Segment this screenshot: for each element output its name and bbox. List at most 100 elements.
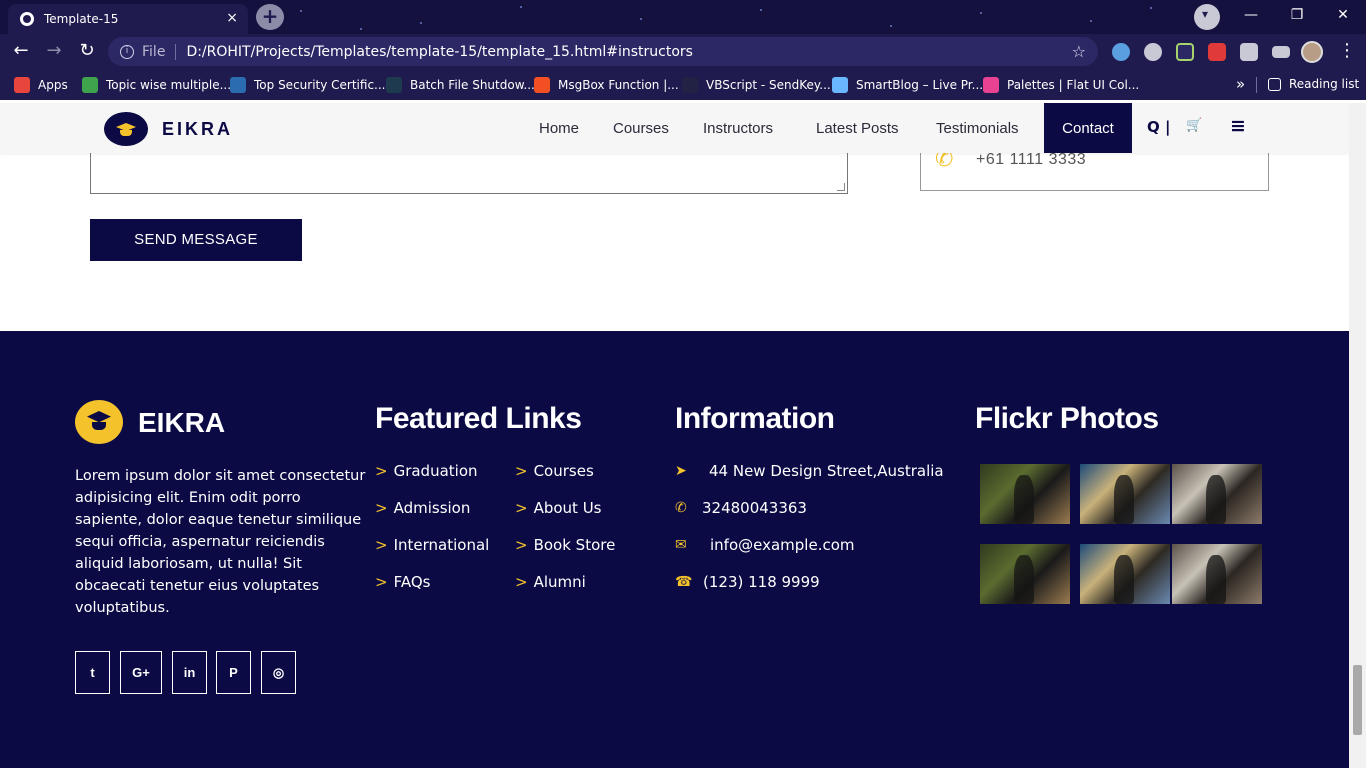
bookmark-favicon-icon [832,77,848,93]
flickr-photo-thumbnail[interactable] [980,464,1070,524]
extension-icon-2[interactable] [1144,43,1162,61]
restore-button[interactable]: ❐ [1274,0,1320,30]
footer-link[interactable]: > FAQs [375,573,430,591]
bookmark-label: Topic wise multiple... [106,78,232,92]
nav-latest-posts[interactable]: Latest Posts [816,103,899,153]
info-row: ✆ 32480043363 [675,499,807,517]
close-window-button[interactable]: ✕ [1320,0,1366,30]
minimize-button[interactable]: — [1228,0,1274,30]
nav-home[interactable]: Home [539,103,579,153]
browser-titlebar: Template-15 × + — ❐ ✕ [0,0,1366,34]
nav-instructors[interactable]: Instructors [703,103,773,153]
nav-contact[interactable]: Contact [1044,103,1132,153]
footer-link-label: Graduation [393,462,478,480]
footer-graduation-cap-logo-icon [75,400,123,444]
extension-icon-3[interactable] [1176,43,1194,61]
graduation-cap-logo-icon[interactable] [104,112,148,146]
url-text[interactable]: D:/ROHIT/Projects/Templates/template-15/… [186,44,693,60]
profile-avatar[interactable] [1301,41,1323,63]
page-scrollbar[interactable] [1349,103,1366,768]
bookmark-favicon-icon [534,77,550,93]
reading-list-label: Reading list [1289,77,1360,91]
search-icon[interactable]: Q | [1147,118,1170,136]
photo-figure [1014,554,1034,604]
flickr-heading: Flickr Photos [975,402,1159,435]
information-heading: Information [675,402,835,435]
footer-link[interactable]: > Graduation [375,462,478,480]
file-scheme-label: File [142,43,166,60]
browser-tab[interactable]: Template-15 × [8,4,248,34]
bookmark-label: VBScript - SendKey... [706,78,831,92]
bookmarks-separator [1256,77,1257,93]
extension-icon-1[interactable] [1112,43,1130,61]
tab-search-icon[interactable] [1194,4,1220,30]
reload-button[interactable]: ↻ [76,40,98,62]
reading-list-button[interactable]: Reading list [1268,77,1359,91]
bookmark-item[interactable]: Apps [14,77,68,93]
footer-link-label: Courses [533,462,594,480]
footer-link-label: International [393,536,490,554]
footer-link[interactable]: > Book Store [515,536,615,554]
info-row: ✉ info@example.com [675,536,855,554]
flickr-photo-thumbnail[interactable] [1172,544,1262,604]
envelope-icon: ✉ [675,537,687,553]
nav-testimonials[interactable]: Testimonials [936,103,1019,153]
bookmarks-overflow-icon[interactable]: » [1236,75,1245,93]
site-header: EIKRA Home Courses Instructors Latest Po… [0,103,1349,153]
omnibox-separator [175,43,177,60]
footer-link[interactable]: > Alumni [515,573,586,591]
hamburger-icon[interactable]: ≡ [1230,115,1246,137]
site-info-icon[interactable]: i [120,44,134,59]
extension-icon-4[interactable] [1208,43,1226,61]
footer-link-label: About Us [533,499,602,517]
bookmark-item[interactable]: Topic wise multiple... [82,77,231,93]
flickr-photo-thumbnail[interactable] [1172,464,1262,524]
forward-button[interactable]: → [43,40,65,62]
flickr-photo-thumbnail[interactable] [1080,464,1170,524]
linkedin-icon[interactable]: in [172,651,207,694]
puzzle-icon[interactable] [1240,43,1258,61]
bookmarks-bar: Apps Topic wise multiple... Top Security C… [0,69,1366,100]
bookmark-label: Top Security Certific... [254,78,386,92]
footer-link[interactable]: > Admission [375,499,470,517]
twitter-icon[interactable]: t [75,651,110,694]
instagram-icon[interactable]: ◎ [261,651,296,694]
media-control-icon[interactable] [1272,46,1290,58]
chevron-right-icon: > [375,536,388,554]
tab-close-icon[interactable]: × [226,10,238,26]
nav-courses[interactable]: Courses [613,103,669,153]
bookmark-item[interactable]: Batch File Shutdow... [386,77,535,93]
new-tab-button[interactable]: + [256,4,284,30]
chevron-right-icon: > [515,536,528,554]
flickr-photo-thumbnail[interactable] [980,544,1070,604]
bookmark-star-icon[interactable]: ☆ [1072,42,1086,61]
bookmark-item[interactable]: Top Security Certific... [230,77,386,93]
send-message-button[interactable]: SEND MESSAGE [90,219,302,261]
google-plus-icon[interactable]: G+ [120,651,162,694]
bookmark-item[interactable]: Palettes | Flat UI Col... [983,77,1139,93]
chevron-right-icon: > [375,573,388,591]
bookmark-item[interactable]: VBScript - SendKey... [682,77,831,93]
footer-link-label: FAQs [393,573,431,591]
flickr-photo-thumbnail[interactable] [1080,544,1170,604]
footer-link-label: Book Store [533,536,616,554]
resize-grip-icon[interactable] [837,183,845,191]
pinterest-icon[interactable]: P [216,651,251,694]
cart-icon[interactable]: 🛒 [1186,118,1202,133]
footer-link[interactable]: > Courses [515,462,594,480]
address-bar[interactable]: i File D:/ROHIT/Projects/Templates/templ… [108,37,1098,66]
footer-link[interactable]: > International [375,536,489,554]
back-button[interactable]: ← [10,40,32,62]
tab-title: Template-15 [44,12,119,26]
globe-icon [20,12,34,26]
featured-links-heading: Featured Links [375,402,582,435]
footer-link[interactable]: > About Us [515,499,602,517]
footer-link-label: Admission [393,499,471,517]
bookmark-item[interactable]: SmartBlog – Live Pr... [832,77,983,93]
info-text: 32480043363 [702,499,807,517]
bookmark-label: Palettes | Flat UI Col... [1007,78,1140,92]
browser-menu-icon[interactable]: ⋮ [1338,40,1356,61]
brand-logo-text[interactable]: EIKRA [162,119,233,140]
scrollbar-thumb[interactable] [1353,665,1362,735]
bookmark-item[interactable]: MsgBox Function |... [534,77,679,93]
